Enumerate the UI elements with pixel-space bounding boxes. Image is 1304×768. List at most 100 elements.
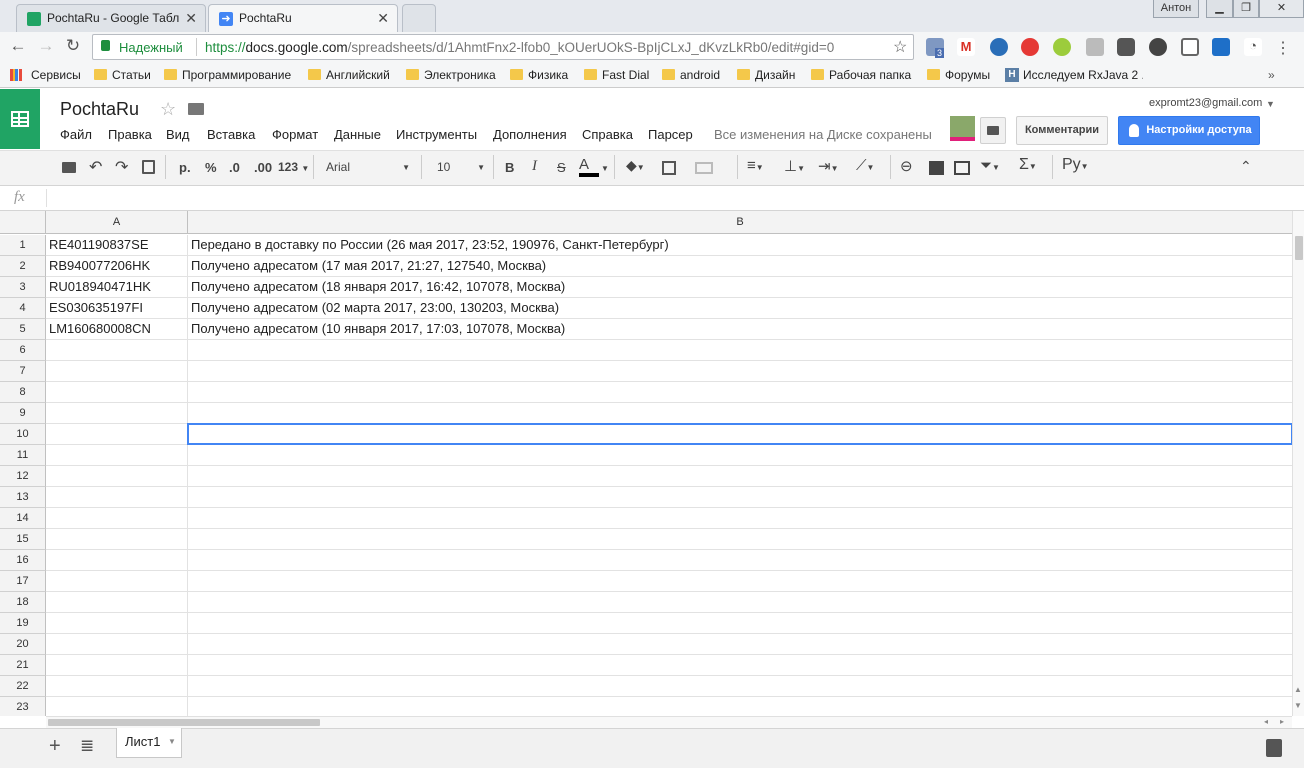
account-email[interactable]: expromt23@gmail.com	[1149, 97, 1262, 109]
cell-b[interactable]	[188, 529, 1292, 550]
bookmark-folder[interactable]: Английский	[308, 68, 390, 82]
cell-b[interactable]	[188, 445, 1292, 466]
row-header[interactable]: 17	[0, 571, 46, 592]
row-header[interactable]: 9	[0, 403, 46, 424]
close-tab-icon[interactable]: ✕	[185, 10, 197, 27]
cell-b[interactable]	[188, 697, 1292, 716]
menu-format[interactable]: Формат	[272, 127, 318, 142]
globe-icon[interactable]	[990, 38, 1008, 56]
menu-insert[interactable]: Вставка	[207, 127, 255, 142]
row-header[interactable]: 10	[0, 424, 46, 445]
strikethrough-button[interactable]: S	[557, 160, 566, 175]
forward-icon[interactable]: →	[36, 36, 56, 56]
cell-a[interactable]: RE401190837SE	[46, 235, 188, 256]
all-sheets-icon[interactable]: ≣	[80, 736, 94, 756]
print-icon[interactable]	[62, 162, 76, 173]
row-header[interactable]: 20	[0, 634, 46, 655]
cell-b[interactable]	[188, 634, 1292, 655]
cell-a[interactable]	[46, 592, 188, 613]
borders-icon[interactable]	[662, 161, 676, 175]
close-window-button[interactable]: ✕	[1259, 0, 1304, 18]
menu-parser[interactable]: Парсер	[648, 127, 693, 142]
scroll-right-icon[interactable]: ▸	[1280, 717, 1284, 726]
cell-a[interactable]	[46, 697, 188, 716]
scroll-left-icon[interactable]: ◂	[1264, 717, 1268, 726]
cell-b[interactable]	[188, 592, 1292, 613]
row-header[interactable]: 5	[0, 319, 46, 340]
bookmark-folder[interactable]: Программирование	[164, 68, 291, 82]
row-header[interactable]: 12	[0, 466, 46, 487]
horizontal-scrollbar[interactable]: ◂ ▸	[46, 716, 1292, 728]
row-header[interactable]: 4	[0, 298, 46, 319]
menu-addons[interactable]: Дополнения	[493, 127, 567, 142]
star-icon[interactable]: ☆	[160, 99, 176, 120]
merge-cells-icon[interactable]	[695, 162, 713, 174]
row-header[interactable]: 13	[0, 487, 46, 508]
back-icon[interactable]: ←	[8, 36, 28, 56]
row-header[interactable]: 15	[0, 529, 46, 550]
horizontal-align-icon[interactable]: ≡▼	[747, 157, 764, 174]
functions-icon[interactable]: Σ▼	[1019, 156, 1037, 174]
scroll-down-icon[interactable]: ▼	[1294, 701, 1302, 710]
cell-a[interactable]	[46, 676, 188, 697]
text-rotation-icon[interactable]: ⟋▼	[856, 157, 874, 174]
column-header-b[interactable]: B	[188, 211, 1292, 234]
cell-b[interactable]	[188, 613, 1292, 634]
window-icon[interactable]	[1181, 38, 1199, 56]
sheets-logo-icon[interactable]	[0, 89, 40, 149]
formula-input[interactable]	[52, 186, 1282, 210]
gmail-icon[interactable]: M	[957, 38, 975, 56]
vertical-scrollbar[interactable]: ▲ ▼	[1292, 211, 1304, 716]
chat-button[interactable]	[980, 117, 1006, 144]
cell-b[interactable]	[188, 466, 1292, 487]
cell-a[interactable]: RU018940471HK	[46, 277, 188, 298]
cell-b[interactable]: Получено адресатом (18 января 2017, 16:4…	[188, 277, 1292, 298]
bookmark-folder[interactable]: Статьи	[94, 68, 151, 82]
text-color-button[interactable]: A ▼	[579, 157, 609, 177]
cell-b[interactable]	[188, 655, 1292, 676]
row-header[interactable]: 11	[0, 445, 46, 466]
bookmark-folder[interactable]: Дизайн	[737, 68, 795, 82]
menu-help[interactable]: Справка	[582, 127, 633, 142]
chevron-down-icon[interactable]: ▼	[1266, 99, 1275, 109]
menu-file[interactable]: Файл	[60, 127, 92, 142]
paint-format-icon[interactable]	[142, 160, 155, 174]
cell-a[interactable]	[46, 571, 188, 592]
sheet-tab[interactable]: Лист1 ▼	[116, 728, 182, 758]
cell-a[interactable]	[46, 487, 188, 508]
cell-b[interactable]	[188, 361, 1292, 382]
cell-b[interactable]: Передано в доставку по России (26 мая 20…	[188, 235, 1292, 256]
row-header[interactable]: 19	[0, 613, 46, 634]
row-header[interactable]: 22	[0, 676, 46, 697]
currency-format-button[interactable]: р.	[179, 160, 191, 175]
row-header[interactable]: 6	[0, 340, 46, 361]
cell-a[interactable]: RB940077206HK	[46, 256, 188, 277]
reload-icon[interactable]: ↻	[63, 36, 83, 56]
redo-icon[interactable]: ↷	[115, 157, 128, 177]
italic-button[interactable]: I	[532, 158, 537, 175]
more-formats-button[interactable]: 123 ▼	[278, 160, 309, 174]
folder-icon[interactable]	[188, 103, 204, 115]
vertical-align-icon[interactable]: ⊥▼	[784, 157, 805, 175]
filter-icon[interactable]: ⏷▼	[980, 157, 1000, 174]
cell-a[interactable]	[46, 613, 188, 634]
menu-view[interactable]: Вид	[166, 127, 190, 142]
cell-a[interactable]	[46, 382, 188, 403]
bookmark-link[interactable]: H Исследуем RxJava 2 ...	[1005, 68, 1143, 82]
document-title[interactable]: PochtaRu	[60, 99, 139, 120]
cell-a[interactable]	[46, 550, 188, 571]
font-size-select[interactable]: 10 ▼	[437, 160, 485, 174]
column-header-a[interactable]: A	[46, 211, 188, 234]
cell-b[interactable]	[188, 550, 1292, 571]
chrome-menu-icon[interactable]: ⋮	[1274, 38, 1292, 57]
increase-decimals-button[interactable]: .00	[254, 160, 272, 175]
menu-edit[interactable]: Правка	[108, 127, 152, 142]
profile-badge[interactable]: Антон	[1153, 0, 1199, 18]
cell-a[interactable]	[46, 508, 188, 529]
browser-tab-sheets[interactable]: PochtaRu - Google Табл ✕	[16, 4, 206, 32]
row-header[interactable]: 2	[0, 256, 46, 277]
row-header[interactable]: 3	[0, 277, 46, 298]
comments-button[interactable]: Комментарии	[1016, 116, 1108, 145]
text-wrap-icon[interactable]: ⇥▼	[818, 157, 839, 175]
minimize-button[interactable]: ▁	[1206, 0, 1233, 18]
